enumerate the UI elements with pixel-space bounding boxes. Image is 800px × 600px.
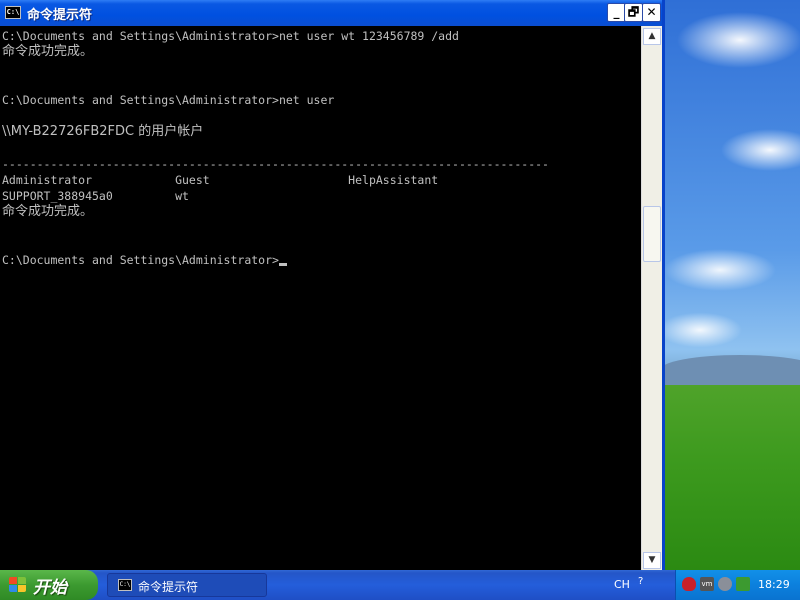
taskbar-item-label: 命令提示符 [138,580,199,594]
taskbar-item-command-prompt[interactable]: C:\ 命令提示符 [107,573,267,597]
text-cursor [278,263,287,266]
console-output[interactable]: C:\Documents and Settings\Administrator>… [0,26,641,570]
start-button[interactable]: 开始 [0,570,98,600]
start-label: 开始 [33,578,67,598]
scroll-thumb[interactable] [643,206,661,262]
console-line: 命令成功完成。 [2,44,94,59]
console-icon[interactable]: C:\ [5,6,21,19]
system-tray: vm 18:29 [675,570,800,600]
console-line: C:\Documents and Settings\Administrator>… [2,29,459,43]
console-line: SUPPORT_388945a0 wt [2,189,189,203]
windows-logo-icon [9,577,27,593]
console-icon: C:\ [118,579,132,591]
wallpaper-hill [660,355,800,385]
maximize-button[interactable]: 🗗 [624,3,643,22]
console-line: Administrator Guest HelpAssistant [2,173,439,187]
console-line: 命令成功完成。 [2,204,94,219]
command-prompt-window[interactable]: C:\ 命令提示符 _ 🗗 ✕ C:\Documents and Setting… [0,0,665,570]
window-title: 命令提示符 [27,8,93,23]
console-line: C:\Documents and Settings\Administrator>… [2,93,335,107]
close-button[interactable]: ✕ [642,3,661,22]
title-bar[interactable]: C:\ 命令提示符 _ 🗗 ✕ [0,0,662,26]
scroll-up-button[interactable]: ▲ [643,28,661,45]
network-icon[interactable] [718,577,732,591]
console-line: ----------------------------------------… [2,157,549,171]
language-indicator[interactable]: CH [614,578,630,591]
scroll-down-button[interactable]: ▼ [643,552,661,569]
taskbar: 开始 C:\ 命令提示符 CH ? vm 18:29 [0,570,800,600]
console-prompt: C:\Documents and Settings\Administrator> [2,253,279,267]
clock[interactable]: 18:29 [758,578,790,591]
vmware-icon[interactable]: vm [700,577,714,591]
connection-icon[interactable] [736,577,750,591]
help-icon[interactable]: ? [638,576,643,587]
console-line: \\MY-B22726FB2FDC 的用户帐户 [2,124,204,139]
security-shield-icon[interactable] [682,577,696,591]
console-prompt-line[interactable]: C:\Documents and Settings\Administrator> [2,252,287,268]
vertical-scrollbar[interactable]: ▲ ▼ [641,26,662,570]
